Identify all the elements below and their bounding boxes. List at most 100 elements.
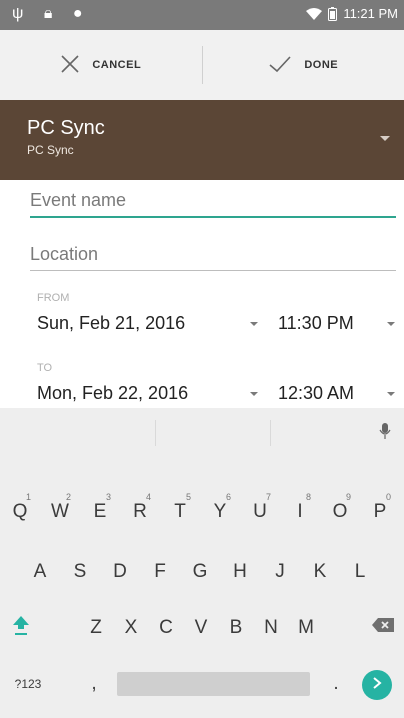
key-label: S	[73, 561, 87, 582]
calendar-selector[interactable]: PC Sync PC Sync	[0, 100, 404, 180]
done-button[interactable]: DONE	[203, 30, 404, 100]
key-c[interactable]: C	[148, 604, 184, 652]
key-label: Y	[213, 501, 227, 522]
key-label: D	[113, 561, 127, 582]
key-hint: 4	[145, 492, 151, 502]
key-d[interactable]: D	[102, 548, 138, 596]
key-label: G	[192, 561, 208, 582]
key-q[interactable]: Q1	[2, 488, 38, 536]
key-z[interactable]: Z	[78, 604, 114, 652]
comma-key[interactable]: ,	[76, 660, 112, 708]
key-v[interactable]: V	[183, 604, 219, 652]
key-label: B	[229, 617, 243, 638]
key-l[interactable]: L	[342, 548, 378, 596]
event-name-placeholder: Event name	[30, 190, 127, 210]
symbols-key[interactable]: ?123	[6, 660, 50, 708]
key-y[interactable]: Y6	[202, 488, 238, 536]
to-time-picker[interactable]: 12:30 AM	[278, 383, 354, 404]
key-label: X	[124, 617, 138, 638]
to-label: TO	[37, 362, 53, 374]
key-label: U	[253, 501, 267, 522]
key-label: V	[194, 617, 208, 638]
key-n[interactable]: N	[253, 604, 289, 652]
key-r[interactable]: R4	[122, 488, 158, 536]
action-bar: CANCEL DONE	[0, 30, 404, 100]
key-o[interactable]: O9	[322, 488, 358, 536]
key-label: R	[133, 501, 147, 522]
key-u[interactable]: U7	[242, 488, 278, 536]
mic-icon[interactable]	[379, 422, 391, 445]
key-hint: 1	[25, 492, 31, 502]
calendar-name: PC Sync	[27, 117, 105, 139]
key-b[interactable]: B	[218, 604, 254, 652]
chevron-down-icon	[380, 136, 390, 141]
key-label: E	[93, 501, 107, 522]
chevron-right-icon	[371, 676, 383, 695]
key-hint: 5	[185, 492, 191, 502]
key-hint: 0	[385, 492, 391, 502]
key-g[interactable]: G	[182, 548, 218, 596]
space-key[interactable]	[117, 672, 310, 696]
key-label: L	[354, 561, 366, 582]
key-label: I	[297, 501, 303, 522]
suggestion-strip	[0, 408, 404, 458]
key-i[interactable]: I8	[282, 488, 318, 536]
key-s[interactable]: S	[62, 548, 98, 596]
key-x[interactable]: X	[113, 604, 149, 652]
event-name-field[interactable]: Event name	[30, 190, 396, 218]
status-bar: ψ 🔒︎ ● 11:21 PM	[0, 0, 404, 30]
to-date-dropdown-icon	[250, 392, 258, 396]
notification-icons: ψ 🔒︎ ●	[12, 5, 91, 23]
location-placeholder: Location	[30, 244, 99, 264]
key-w[interactable]: W2	[42, 488, 78, 536]
wifi-icon	[306, 7, 323, 20]
key-h[interactable]: H	[222, 548, 258, 596]
backspace-icon	[371, 617, 395, 639]
cancel-label: CANCEL	[92, 59, 142, 71]
to-time-dropdown-icon	[387, 392, 395, 396]
shift-icon	[12, 614, 30, 642]
next-key[interactable]	[362, 670, 392, 700]
key-label: W	[51, 501, 69, 522]
key-label: Q	[12, 501, 28, 522]
clock: 11:21 PM	[343, 6, 398, 21]
key-f[interactable]: F	[142, 548, 178, 596]
cancel-button[interactable]: CANCEL	[0, 30, 202, 100]
shift-key[interactable]	[3, 604, 39, 652]
key-label: A	[33, 561, 47, 582]
key-label: M	[298, 617, 314, 638]
key-t[interactable]: T5	[162, 488, 198, 536]
key-p[interactable]: P0	[362, 488, 398, 536]
key-hint: 9	[345, 492, 351, 502]
key-label: C	[159, 617, 173, 638]
key-j[interactable]: J	[262, 548, 298, 596]
key-hint: 2	[65, 492, 71, 502]
key-m[interactable]: M	[288, 604, 324, 652]
from-date-picker[interactable]: Sun, Feb 21, 2016	[37, 313, 185, 334]
usb-icon: ψ	[12, 5, 32, 22]
key-hint: 8	[305, 492, 311, 502]
period-key[interactable]: .	[318, 660, 354, 708]
key-label: O	[332, 501, 348, 522]
to-date-picker[interactable]: Mon, Feb 22, 2016	[37, 383, 188, 404]
divider	[155, 420, 156, 446]
key-hint: 6	[225, 492, 231, 502]
calendar-account: PC Sync	[27, 143, 74, 157]
key-label: F	[154, 561, 166, 582]
key-e[interactable]: E3	[82, 488, 118, 536]
key-hint: 7	[265, 492, 271, 502]
key-hint: 3	[105, 492, 111, 502]
key-label: K	[313, 561, 327, 582]
key-label: T	[174, 501, 186, 522]
backspace-key[interactable]	[365, 604, 401, 652]
from-date-dropdown-icon	[250, 322, 258, 326]
from-time-picker[interactable]: 11:30 PM	[278, 313, 354, 334]
battery-icon	[328, 6, 338, 21]
soft-keyboard: Q1W2E3R4T5Y6U7I8O9P0 ASDFGHJKL ZXCVBNM ?…	[0, 408, 404, 718]
divider	[270, 420, 271, 446]
key-a[interactable]: A	[22, 548, 58, 596]
location-field[interactable]: Location	[30, 244, 396, 271]
done-label: DONE	[304, 59, 339, 71]
key-k[interactable]: K	[302, 548, 338, 596]
key-label: J	[275, 561, 285, 582]
